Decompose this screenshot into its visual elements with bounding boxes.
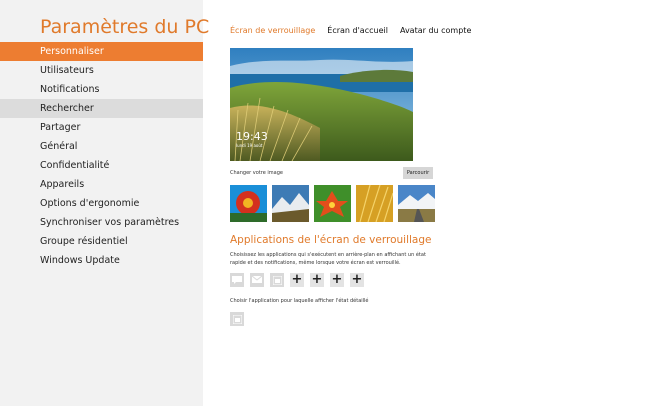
sidebar-item-utilisateurs[interactable]: Utilisateurs (0, 61, 203, 80)
sidebar-item-personnaliser[interactable]: Personnaliser (0, 42, 203, 61)
sidebar-item-partager[interactable]: Partager (0, 118, 203, 137)
sidebar-item-notifications[interactable]: Notifications (0, 80, 203, 99)
tab-account-picture[interactable]: Avatar du compte (400, 26, 471, 35)
detailed-status-label: Choisir l'application pour laquelle affi… (230, 298, 369, 304)
sidebar-item-groupe-residentiel[interactable]: Groupe résidentiel (0, 232, 203, 251)
lock-app-slot-add-2[interactable]: + (310, 273, 324, 287)
sidebar-nav: Personnaliser Utilisateurs Notifications… (0, 42, 203, 270)
sidebar-item-confidentialite[interactable]: Confidentialité (0, 156, 203, 175)
thumbnail-mountains[interactable] (272, 185, 309, 222)
mountain-image (272, 185, 309, 222)
detailed-status-app-slot[interactable] (230, 312, 244, 326)
thumbnail-flower-red[interactable] (230, 185, 267, 222)
lock-app-slot-add-1[interactable]: + (290, 273, 304, 287)
lock-app-slot-calendar[interactable] (270, 273, 284, 287)
lock-app-slot-messaging[interactable] (230, 273, 244, 287)
browse-button[interactable]: Parcourir (403, 167, 433, 179)
calendar-icon (272, 275, 282, 285)
sidebar: Paramètres du PC Personnaliser Utilisate… (0, 0, 209, 406)
sidebar-item-general[interactable]: Général (0, 137, 203, 156)
thumbnail-grass[interactable] (356, 185, 393, 222)
sidebar-item-ergonomie[interactable]: Options d'ergonomie (0, 194, 203, 213)
lock-screen-time: 19:43 (236, 130, 268, 143)
tab-start-screen[interactable]: Écran d'accueil (327, 26, 388, 35)
tropical-flower-image (314, 185, 351, 222)
plus-icon: + (291, 272, 303, 287)
lock-screen-preview: 19:43 lundi 19 août (230, 48, 413, 161)
thumbnail-flower-green[interactable] (314, 185, 351, 222)
page-title: Paramètres du PC (40, 16, 210, 38)
calendar-icon (232, 314, 242, 324)
lock-apps-description: Choisissez les applications qui s'exécut… (230, 252, 426, 266)
plus-icon: + (351, 272, 363, 287)
main-content: Écran de verrouillage Écran d'accueil Av… (203, 0, 650, 406)
mountain-road-image (398, 185, 435, 222)
change-image-label: Changer votre image (230, 170, 283, 176)
sidebar-item-windows-update[interactable]: Windows Update (0, 251, 203, 270)
lock-apps-title: Applications de l'écran de verrouillage (230, 234, 432, 246)
red-flower-image (230, 185, 267, 222)
chat-icon (232, 276, 242, 284)
plus-icon: + (331, 272, 343, 287)
tab-lock-screen[interactable]: Écran de verrouillage (230, 26, 315, 35)
lock-app-slot-add-4[interactable]: + (350, 273, 364, 287)
lock-app-slot-mail[interactable] (250, 273, 264, 287)
sidebar-item-appareils[interactable]: Appareils (0, 175, 203, 194)
sidebar-item-synchroniser[interactable]: Synchroniser vos paramètres (0, 213, 203, 232)
golden-grass-image (356, 185, 393, 222)
mail-icon (252, 276, 262, 283)
thumbnail-road[interactable] (398, 185, 435, 222)
plus-icon: + (311, 272, 323, 287)
lock-screen-date: lundi 19 août (236, 143, 263, 148)
lock-app-slot-add-3[interactable]: + (330, 273, 344, 287)
tab-bar: Écran de verrouillage Écran d'accueil Av… (230, 26, 483, 35)
sidebar-item-rechercher[interactable]: Rechercher (0, 99, 203, 118)
